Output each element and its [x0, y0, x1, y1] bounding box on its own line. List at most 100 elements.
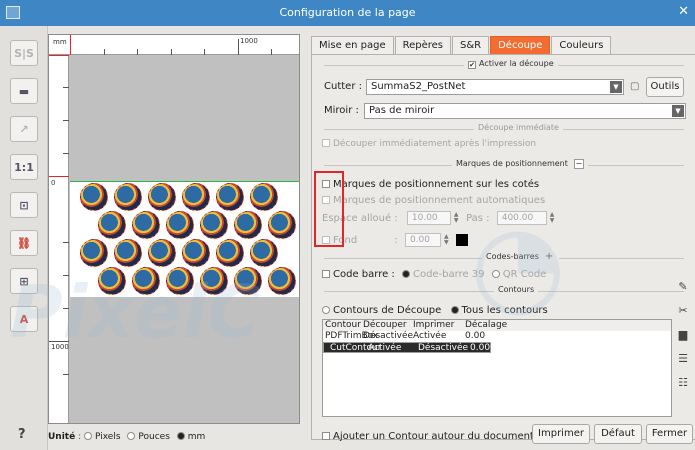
cutter-value: SummaS2_PostNet — [371, 81, 466, 92]
all-contours-label: Tous les contours — [461, 305, 548, 316]
expand-barcodes-button[interactable]: + — [545, 252, 555, 262]
sticker-item — [166, 211, 194, 239]
help-icon[interactable]: ? — [18, 427, 26, 442]
fit-tool-button[interactable]: ⊡ — [10, 192, 38, 218]
contours-section: Contours — [324, 285, 684, 294]
barcode39-radio[interactable] — [401, 270, 410, 278]
activate-cut-checkbox[interactable]: ✔ Activer la découpe — [464, 59, 558, 69]
sticker-item — [182, 183, 210, 211]
marks-title: Marques de positionnement − — [452, 159, 588, 169]
barcodes-title-label: Codes-barres — [486, 252, 539, 261]
contours-title: Contours — [494, 285, 539, 294]
marks-section: Marques de positionnement − — [324, 159, 684, 169]
sep-tool-button[interactable]: S|S — [10, 40, 38, 66]
tab-layout[interactable]: Mise en page — [311, 36, 394, 54]
sticker-item — [182, 239, 210, 267]
side-marks-option[interactable]: Marques de positionnement sur les cotés — [322, 179, 539, 190]
close-button[interactable]: Fermer — [646, 424, 693, 444]
scissors-icon[interactable]: ✂ — [675, 302, 691, 320]
cut-contours-radio[interactable] — [322, 306, 330, 314]
space-stepper-icon[interactable]: ▲ ▼ — [454, 212, 460, 224]
highlight-box — [314, 171, 344, 247]
vertical-ruler: 0 1000 — [49, 55, 69, 423]
v-ruler-zero: 0 — [51, 179, 56, 187]
immediate-cut-title: Découpe immédiate — [474, 123, 563, 132]
auto-marks-option[interactable]: Marques de positionnement automatiques — [322, 195, 545, 206]
sticker-item — [148, 239, 176, 267]
auto-marks-label: Marques de positionnement automatiques — [333, 195, 546, 206]
grid-tool-button[interactable]: ⊞ — [10, 268, 38, 294]
sticker-item — [234, 211, 262, 239]
col-print[interactable]: Imprimer — [413, 320, 465, 331]
immediate-cut-checkbox[interactable] — [322, 139, 330, 147]
step-input[interactable]: 400.00 — [496, 211, 547, 225]
space-input[interactable]: 10.00 — [406, 211, 451, 225]
fill-input[interactable]: 0.00 — [404, 233, 441, 247]
barcode-row: Code barre : Code-barre 39 QR Code — [322, 269, 546, 280]
pencil-icon[interactable]: ✎ — [675, 278, 691, 296]
immediate-cut-option[interactable]: Découper immédiatement après l'impressio… — [322, 139, 536, 149]
contour-mode-row: Contours de Découpe Tous les contours — [322, 305, 548, 316]
sticker-item — [200, 267, 228, 295]
tab-cut[interactable]: Découpe — [490, 36, 551, 54]
page-icon[interactable]: ▢ — [630, 81, 639, 92]
link-tool-button[interactable]: ⛓ — [10, 230, 38, 256]
activate-cut-check-icon[interactable]: ✔ — [468, 61, 476, 69]
dropdown-arrow-icon[interactable]: ▼ — [610, 81, 622, 93]
sticker-item — [250, 183, 278, 211]
mirror-value: Pas de miroir — [369, 105, 435, 116]
all-contours-radio[interactable] — [450, 306, 459, 314]
dropdown-arrow-icon[interactable]: ▼ — [672, 105, 684, 117]
fill-stepper-icon[interactable]: ▲ ▼ — [444, 234, 450, 246]
immediate-cut-label: Découper immédiatement après l'impressio… — [333, 139, 537, 149]
col-offset[interactable]: Décalage — [465, 320, 671, 331]
cut-tab-content: ✔ Activer la découpe Cutter : SummaS2_Pos… — [311, 54, 695, 442]
barcode-checkbox[interactable] — [322, 270, 330, 278]
col-cut[interactable]: Découper — [363, 320, 413, 331]
barcode39-label: Code-barre 39 — [412, 269, 485, 280]
step-stepper-icon[interactable]: ▲ ▼ — [550, 212, 556, 224]
contours-table[interactable]: Contour Découper Imprimer Décalage PDFTr… — [322, 319, 672, 417]
qrcode-radio[interactable] — [491, 270, 500, 278]
scale-tool-button[interactable]: 1:1 — [10, 154, 38, 180]
sticker-item — [200, 211, 228, 239]
mirror-select[interactable]: Pas de miroir ▼ — [364, 103, 686, 119]
sticker-item — [250, 239, 278, 267]
tab-marks[interactable]: Repères — [394, 36, 451, 54]
page-preview[interactable]: mm 1000 0 1000 — [48, 34, 300, 424]
unit-selector: Unité : Pixels Pouces mm — [48, 432, 206, 442]
collapse-marks-button[interactable]: − — [573, 159, 584, 169]
close-window-icon[interactable]: ✕ — [678, 4, 689, 19]
col-contour[interactable]: Contour — [323, 320, 363, 331]
sticker-item — [114, 239, 142, 267]
tab-colors[interactable]: Couleurs — [551, 36, 612, 54]
table-row[interactable]: PDFTrimBox Désactivée Activée 0.00 — [323, 331, 671, 342]
text-tool-button[interactable]: A — [10, 306, 38, 332]
window-title: Configuration de la page — [279, 6, 416, 19]
activate-cut-label: Activer la découpe — [479, 59, 554, 68]
export-tool-button[interactable]: ↗ — [10, 116, 38, 142]
add-doc-contour-option[interactable]: Ajouter un Contour autour du document — [322, 431, 534, 442]
align-tool-button[interactable]: ▬ — [10, 78, 38, 104]
unit-inches-radio[interactable] — [127, 432, 136, 440]
print-button[interactable]: Imprimer — [532, 424, 590, 444]
unit-pixels-radio[interactable] — [84, 432, 92, 440]
barcodes-section: Codes-barres + — [324, 252, 684, 262]
table-row-selected[interactable]: CutContour Activée Désactivée 0.00 — [323, 342, 492, 353]
qrcode-label: QR Code — [502, 269, 547, 280]
list-add-icon[interactable]: ☷ — [675, 374, 691, 392]
cutter-label: Cutter : — [324, 81, 362, 92]
add-doc-contour-checkbox[interactable] — [322, 432, 330, 440]
marks-title-label: Marques de positionnement — [456, 159, 568, 168]
sticker-item — [268, 267, 296, 295]
cutter-select[interactable]: SummaS2_PostNet ▼ — [366, 79, 624, 95]
printer-icon[interactable]: ▆ — [675, 326, 691, 344]
tools-button[interactable]: Outils — [646, 77, 684, 97]
tab-bar: Mise en page Repères S&R Découpe Couleur… — [311, 36, 612, 54]
unit-mm-radio[interactable] — [176, 432, 185, 440]
default-button[interactable]: Défaut — [594, 424, 642, 444]
tab-step-repeat[interactable]: S&R — [452, 36, 490, 54]
space-row: Espace alloué : 10.00 ▲ ▼ Pas : 400.00 ▲ ▼ — [322, 211, 556, 225]
list-icon[interactable]: ☰ — [675, 350, 691, 368]
fill-color-swatch[interactable] — [456, 234, 469, 246]
